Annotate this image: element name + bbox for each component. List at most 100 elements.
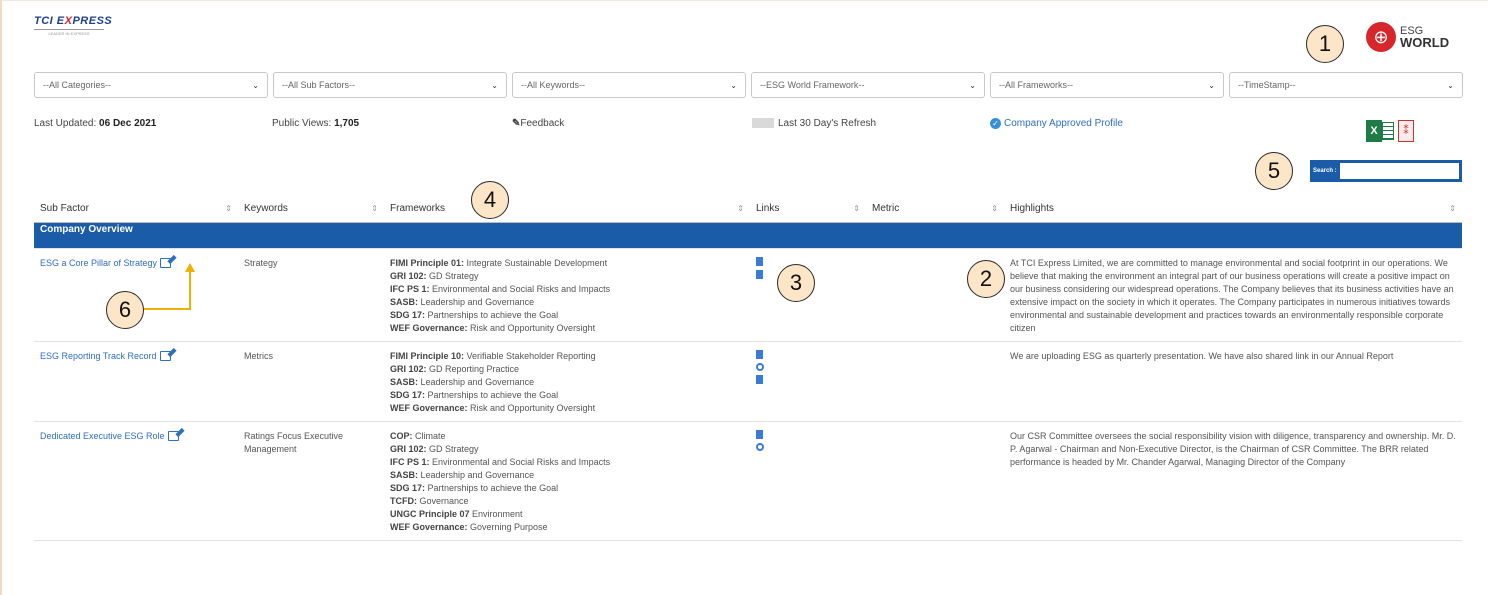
framework-text: Leadership and Governance: [418, 469, 535, 480]
sub-factor-cell[interactable]: ESG Reporting Track Record: [34, 341, 238, 422]
framework-text: Leadership and Governance: [418, 296, 535, 307]
framework-item: IFC PS 1: Environmental and Social Risks…: [390, 456, 744, 469]
highlights-cell: We are uploading ESG as quarterly presen…: [1004, 341, 1462, 422]
google-icon[interactable]: [756, 362, 764, 371]
excel-export-icon[interactable]: X: [1366, 120, 1382, 142]
chevron-down-icon: ⌄: [1208, 80, 1215, 90]
framework-code: COP:: [390, 430, 413, 441]
sub-factor-cell[interactable]: Dedicated Executive ESG Role: [34, 421, 238, 541]
frameworks-cell: FIMI Principle 01: Integrate Sustainable…: [384, 248, 750, 342]
framework-select[interactable]: --All Frameworks-- ⌄: [990, 72, 1224, 98]
edit-icon[interactable]: [159, 351, 171, 362]
header-label: Frameworks: [390, 203, 446, 215]
callout-4: 4: [471, 181, 509, 219]
search-input[interactable]: [1339, 163, 1459, 179]
framework-code: WEF Governance:: [390, 521, 468, 532]
links-cell: [750, 421, 866, 541]
esg-framework-select[interactable]: --ESG World Framework-- ⌄: [751, 72, 985, 98]
sub-factor-link[interactable]: ESG Reporting Track Record: [40, 351, 157, 361]
framework-text: GD Reporting Practice: [426, 363, 520, 374]
google-icon[interactable]: [756, 442, 764, 451]
framework-code: IFC PS 1:: [390, 283, 430, 294]
framework-text: Risk and Opportunity Oversight: [467, 322, 596, 333]
check-circle-icon: ✓: [990, 118, 1001, 129]
document-icon[interactable]: [756, 429, 763, 439]
framework-text: Partnerships to achieve the Goal: [425, 482, 559, 493]
framework-code: WEF Governance:: [390, 402, 468, 413]
brand-name-part: TCI E: [34, 15, 65, 27]
framework-item: GRI 102: GD Strategy: [390, 443, 744, 456]
header-label: Links: [756, 203, 780, 215]
search-label: Search :: [1313, 168, 1337, 174]
sub-factor-select[interactable]: --All Sub Factors-- ⌄: [273, 72, 507, 98]
framework-text: Verifiable Stakeholder Reporting: [464, 350, 596, 361]
sort-icon: ⇕: [225, 204, 232, 213]
document-icon[interactable]: [756, 349, 763, 359]
metric-cell: [866, 341, 1004, 422]
chevron-down-icon: ⌄: [730, 80, 737, 90]
framework-code: UNGC Principle 07: [390, 508, 470, 519]
refresh-legend: Last 30 Day's Refresh: [752, 118, 876, 129]
search-box: Search :: [1310, 160, 1462, 182]
sub-factor-link[interactable]: Dedicated Executive ESG Role: [40, 431, 165, 441]
tci-express-logo[interactable]: TCI EXPRESS LEADER IN EXPRESS: [34, 15, 112, 36]
framework-item: FIMI Principle 10: Verifiable Stakeholde…: [390, 350, 744, 363]
select-value: --ESG World Framework--: [760, 80, 865, 90]
document-icon[interactable]: [756, 269, 763, 279]
highlights-cell: Our CSR Committee oversees the social re…: [1004, 421, 1462, 541]
excel-grid-icon: [1382, 122, 1394, 140]
approved-profile-link[interactable]: ✓ Company Approved Profile: [990, 118, 1123, 129]
pdf-export-icon[interactable]: ⁑: [1398, 120, 1414, 142]
edit-icon[interactable]: [167, 431, 179, 442]
table-row: ESG Reporting Track Record Metrics FIMI …: [34, 341, 1462, 422]
table-row: ESG a Core Pillar of Strategy Strategy F…: [34, 248, 1462, 342]
framework-item: WEF Governance: Governing Purpose: [390, 521, 744, 534]
framework-code: SASB:: [390, 296, 419, 307]
filter-bar: --All Categories-- ⌄ --All Sub Factors-- ⌄…: [34, 72, 1468, 98]
document-icon[interactable]: [756, 374, 763, 384]
framework-code: SASB:: [390, 376, 419, 387]
callout-3: 3: [777, 264, 815, 302]
framework-item: COP: Climate: [390, 430, 744, 443]
header-metric[interactable]: Metric ⇕: [866, 196, 1004, 223]
framework-item: GRI 102: GD Strategy: [390, 270, 744, 283]
callout-2: 2: [967, 260, 1005, 298]
feedback-link[interactable]: ✎Feedback: [512, 118, 564, 129]
group-label: Company Overview: [34, 222, 1462, 249]
framework-text: Governing Purpose: [467, 521, 548, 532]
framework-code: WEF Governance:: [390, 322, 468, 333]
header-highlights[interactable]: Highlights ⇕: [1004, 196, 1462, 223]
callout-6: 6: [106, 291, 144, 329]
framework-item: SDG 17: Partnerships to achieve the Goal: [390, 482, 744, 495]
callout-6-arrow: [144, 263, 195, 310]
keyword-cell: Metrics: [238, 341, 384, 422]
header-links[interactable]: Links ⇕: [750, 196, 866, 223]
header-frameworks[interactable]: Frameworks ⇕: [384, 196, 750, 223]
framework-code: TCFD:: [390, 495, 417, 506]
logo-line-2: WORLD: [1400, 35, 1450, 50]
last-updated-label: Last Updated:: [34, 118, 97, 129]
table-header: Sub Factor ⇕ Keywords ⇕ Frameworks ⇕ Links ⇕…: [34, 196, 1462, 223]
keyword-cell: Ratings Focus Executive Management: [238, 421, 384, 541]
framework-text: Leadership and Governance: [418, 376, 535, 387]
highlights-cell: At TCI Express Limited, we are committed…: [1004, 248, 1462, 342]
callout-5: 5: [1255, 152, 1293, 190]
chevron-down-icon: ⌄: [252, 80, 259, 90]
links-cell: [750, 341, 866, 422]
keyword-select[interactable]: --All Keywords-- ⌄: [512, 72, 746, 98]
category-select[interactable]: --All Categories-- ⌄: [34, 72, 268, 98]
timestamp-select[interactable]: --TimeStamp-- ⌄: [1229, 72, 1463, 98]
framework-item: TCFD: Governance: [390, 495, 744, 508]
header-label: Sub Factor: [40, 203, 89, 215]
framework-item: SASB: Leadership and Governance: [390, 469, 744, 482]
approved-label: Company Approved Profile: [1004, 118, 1123, 130]
framework-text: Risk and Opportunity Oversight: [467, 402, 596, 413]
document-icon[interactable]: [756, 256, 763, 266]
framework-item: WEF Governance: Risk and Opportunity Ove…: [390, 322, 744, 335]
framework-item: WEF Governance: Risk and Opportunity Ove…: [390, 402, 744, 415]
globe-icon: ⊕: [1366, 22, 1396, 52]
header-sub-factor[interactable]: Sub Factor ⇕: [34, 196, 238, 223]
header-keywords[interactable]: Keywords ⇕: [238, 196, 384, 223]
framework-item: SASB: Leadership and Governance: [390, 296, 744, 309]
chevron-down-icon: ⌄: [491, 80, 498, 90]
